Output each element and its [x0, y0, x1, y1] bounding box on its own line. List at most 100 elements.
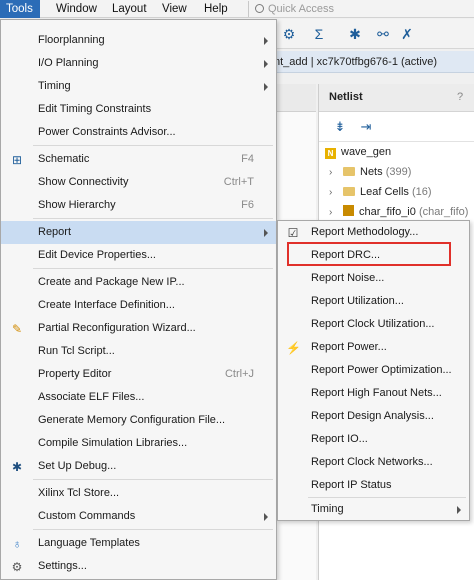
menu-item-settings[interactable]: ⚙ Settings... — [1, 555, 276, 578]
tree-leaf-cells[interactable]: › Leaf Cells (16) — [329, 182, 432, 202]
folder-icon — [343, 187, 355, 196]
submenu-item-high-fanout-nets[interactable]: Report High Fanout Nets... — [278, 382, 469, 405]
menu-item-shortcut: Ctrl+T — [223, 176, 254, 188]
submenu-item-methodology[interactable]: ☑ Report Methodology... — [278, 221, 469, 244]
menu-window[interactable]: Window — [50, 0, 97, 18]
tree-nets[interactable]: › Nets (399) — [329, 162, 411, 182]
tree-nets-count: (399) — [385, 166, 412, 178]
menu-item-edit-device-properties[interactable]: Edit Device Properties... — [1, 244, 276, 267]
tree-root-label: wave_gen — [341, 146, 392, 158]
sigma-icon[interactable]: Σ — [310, 25, 328, 43]
submenu-item-clock-networks[interactable]: Report Clock Networks... — [278, 451, 469, 474]
menu-item-set-up-debug[interactable]: ✱ Set Up Debug... — [1, 455, 276, 478]
quick-access-search[interactable]: Quick Access — [248, 1, 474, 17]
menu-item-property-editor[interactable]: Property Editor Ctrl+J — [1, 363, 276, 386]
netlist-root-icon: N — [325, 148, 336, 159]
menu-separator — [33, 268, 273, 269]
menu-item-shortcut: Ctrl+J — [224, 368, 254, 380]
tree-leaf-label: Leaf Cells — [360, 186, 409, 198]
gear-icon: ⚙ — [11, 560, 23, 574]
menu-item-create-package-ip[interactable]: Create and Package New IP... — [1, 271, 276, 294]
menu-item-create-interface[interactable]: Create Interface Definition... — [1, 294, 276, 317]
submenu-item-power[interactable]: ⚡ Report Power... — [278, 336, 469, 359]
menu-item-label: Report — [38, 226, 72, 238]
expand-icon[interactable]: ⇥ — [357, 118, 375, 136]
disable-link-icon[interactable]: ✗ — [398, 25, 416, 43]
menu-item-timing[interactable]: Timing — [1, 75, 276, 98]
submenu-item-label: Timing — [311, 503, 344, 515]
menu-item-label: Timing — [38, 80, 71, 92]
tree-nets-label: Nets — [360, 166, 383, 178]
menu-item-label: Show Connectivity — [38, 176, 129, 188]
submenu-item-clock-utilization[interactable]: Report Clock Utilization... — [278, 313, 469, 336]
submenu-item-io[interactable]: Report IO... — [278, 428, 469, 451]
menu-item-shortcut: F4 — [241, 153, 254, 165]
menu-item-schematic[interactable]: ⊞ Schematic F4 — [1, 148, 276, 171]
tree-char-fifo[interactable]: › char_fifo_i0 (char_fifo) — [329, 202, 468, 222]
menu-item-label: Show Hierarchy — [38, 199, 116, 211]
menu-item-label: Property Editor — [38, 368, 112, 380]
submenu-item-design-analysis[interactable]: Report Design Analysis... — [278, 405, 469, 428]
folder-icon — [343, 167, 355, 176]
submenu-item-label: Report Clock Utilization... — [311, 318, 435, 330]
menu-item-label: Generate Memory Configuration File... — [38, 414, 226, 426]
chevron-right-icon[interactable]: › — [329, 183, 339, 203]
link-icon[interactable]: ⚯ — [374, 25, 392, 43]
menu-item-generate-memory-config[interactable]: Generate Memory Configuration File... — [1, 409, 276, 432]
menu-item-compile-simulation-libraries[interactable]: Compile Simulation Libraries... — [1, 432, 276, 455]
submenu-item-label: Report IP Status — [311, 479, 392, 491]
menu-item-run-tcl-script[interactable]: Run Tcl Script... — [1, 340, 276, 363]
help-icon[interactable]: ? — [457, 91, 463, 103]
submenu-item-label: Report IO... — [311, 433, 368, 445]
submenu-item-label: Report Design Analysis... — [311, 410, 434, 422]
menu-view[interactable]: View — [156, 0, 187, 18]
menu-item-label: Edit Device Properties... — [38, 249, 156, 261]
menu-item-show-hierarchy[interactable]: Show Hierarchy F6 — [1, 194, 276, 217]
menu-item-edit-timing-constraints[interactable]: Edit Timing Constraints — [1, 98, 276, 121]
collapse-all-icon[interactable]: ⇟ — [331, 118, 349, 136]
bug-icon: ✱ — [11, 460, 23, 474]
menu-tools[interactable]: Tools — [0, 0, 40, 18]
menu-item-associate-elf[interactable]: Associate ELF Files... — [1, 386, 276, 409]
tree-fifo-label: char_fifo_i0 — [359, 206, 416, 218]
menu-item-shortcut: F6 — [241, 199, 254, 211]
menu-item-floorplanning[interactable]: Floorplanning — [1, 29, 276, 52]
menu-help[interactable]: Help — [198, 0, 228, 18]
drc-annotation-box — [287, 242, 451, 266]
submenu-item-noise[interactable]: Report Noise... — [278, 267, 469, 290]
schematic-icon: ⊞ — [11, 153, 23, 167]
submenu-item-timing[interactable]: Timing — [278, 498, 469, 521]
menu-item-label: Set Up Debug... — [38, 460, 117, 472]
menu-item-io-planning[interactable]: I/O Planning — [1, 52, 276, 75]
clipboard-check-icon: ☑ — [287, 226, 299, 240]
menu-item-report[interactable]: Report — [1, 221, 276, 244]
menu-item-language-templates[interactable]: ♁ Language Templates — [1, 532, 276, 555]
menu-item-label: Associate ELF Files... — [38, 391, 145, 403]
menu-item-label: Schematic — [38, 153, 90, 165]
menu-item-label: Create Interface Definition... — [38, 299, 175, 311]
netlist-header: Netlist ? — [319, 84, 474, 112]
submenu-arrow-icon — [264, 229, 268, 237]
menu-item-show-connectivity[interactable]: Show Connectivity Ctrl+T — [1, 171, 276, 194]
settings-gear-icon[interactable]: ⚙ — [280, 25, 298, 43]
submenu-item-ip-status[interactable]: Report IP Status — [278, 474, 469, 497]
menu-separator — [33, 529, 273, 530]
menu-item-label: Power Constraints Advisor... — [38, 126, 176, 138]
tree-root[interactable]: Nwave_gen — [325, 142, 391, 162]
menu-item-power-constraints-advisor[interactable]: Power Constraints Advisor... — [1, 121, 276, 144]
menu-layout[interactable]: Layout — [106, 0, 147, 18]
menu-item-label: Run Tcl Script... — [38, 345, 115, 357]
submenu-arrow-icon — [264, 513, 268, 521]
cell-icon — [343, 205, 354, 216]
submenu-arrow-icon — [264, 37, 268, 45]
chevron-right-icon[interactable]: › — [329, 163, 339, 183]
netlist-toolbar: ⇟ ⇥ — [319, 112, 474, 142]
menu-item-label: Partial Reconfiguration Wizard... — [38, 322, 196, 334]
submenu-item-power-optimization[interactable]: Report Power Optimization... — [278, 359, 469, 382]
menu-item-tcl-store[interactable]: Xilinx Tcl Store... — [1, 482, 276, 505]
debug-bug-icon[interactable]: ✱ — [346, 25, 364, 43]
submenu-item-utilization[interactable]: Report Utilization... — [278, 290, 469, 313]
menu-item-partial-reconfiguration[interactable]: ✎ Partial Reconfiguration Wizard... — [1, 317, 276, 340]
menu-item-custom-commands[interactable]: Custom Commands — [1, 505, 276, 528]
power-plug-icon: ⚡ — [286, 341, 301, 355]
